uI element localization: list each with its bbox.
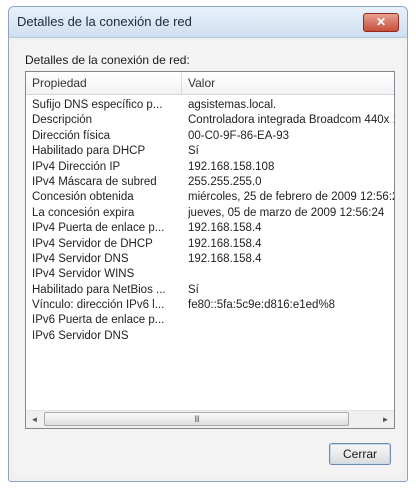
table-row[interactable]: Habilitado para NetBios ... Sí [26, 283, 394, 298]
property-cell: Sufijo DNS específico p... [32, 99, 163, 111]
table-row[interactable]: IPv4 Servidor WINS [26, 267, 394, 282]
table-row[interactable]: IPv6 Puerta de enlace p... [26, 313, 394, 328]
column-header-value[interactable]: Valor [182, 72, 394, 94]
value-cell: Sí [188, 283, 199, 296]
column-headers: Propiedad Valor [26, 72, 394, 95]
scroll-right-arrow-icon[interactable]: ► [377, 411, 394, 428]
details-label: Detalles de la conexión de red: [25, 53, 190, 67]
column-header-property[interactable]: Propiedad [26, 72, 182, 94]
value-cell: fe80::5fa:5c9e:d816:e1ed%8 [188, 299, 336, 312]
table-row[interactable]: IPv4 Servidor DNS 192.168.158.4 [26, 252, 394, 267]
property-cell: IPv4 Máscara de subred [32, 175, 157, 188]
property-cell: IPv4 Dirección IP [32, 160, 121, 173]
scroll-grip-icon: III [194, 414, 200, 424]
property-cell: IPv6 Puerta de enlace p... [32, 314, 165, 327]
table-row[interactable]: Habilitado para DHCP Sí [26, 144, 394, 159]
title-bar[interactable]: Detalles de la conexión de red ✕ [9, 7, 407, 38]
close-icon: ✕ [375, 15, 387, 29]
property-cell: Concesión obtenida [32, 191, 134, 204]
dialog-window: Detalles de la conexión de red ✕ Detalle… [8, 6, 408, 482]
table-row[interactable]: Vínculo: dirección IPv6 l... fe80::5fa:5c… [26, 298, 394, 313]
scroll-left-arrow-icon[interactable]: ◄ [26, 411, 43, 428]
property-cell: IPv6 Servidor DNS [32, 329, 129, 342]
property-cell: Descripción [32, 114, 93, 127]
table-row[interactable]: IPv4 Puerta de enlace p... 192.168.158.4 [26, 221, 394, 236]
value-cell [188, 267, 394, 282]
value-cell: 192.168.158.4 [188, 222, 262, 235]
property-cell: Habilitado para DHCP [32, 145, 146, 158]
window-title: Detalles de la conexión de red [17, 14, 192, 29]
window-close-button[interactable]: ✕ [363, 13, 399, 32]
property-cell: La concesión expira [32, 206, 135, 219]
table-row[interactable]: Descripción Controladora integrada Broadc… [26, 113, 394, 128]
value-cell [188, 313, 394, 328]
value-cell: 255.255.255.0 [188, 175, 262, 188]
property-cell: IPv4 Servidor de DHCP [32, 237, 153, 250]
table-row[interactable]: IPv6 Servidor DNS [26, 329, 394, 344]
dialog-body: Detalles de la conexión de red: Propieda… [15, 41, 401, 475]
table-row[interactable]: Concesión obtenida miércoles, 25 de febre… [26, 190, 394, 205]
property-cell: Habilitado para NetBios ... [32, 283, 166, 296]
close-button[interactable]: Cerrar [329, 443, 391, 465]
table-row[interactable]: Dirección física 00-C0-9F-86-EA-93 [26, 129, 394, 144]
value-cell: Sí [188, 145, 199, 158]
value-cell: 192.168.158.4 [188, 237, 262, 250]
property-cell: IPv4 Servidor WINS [32, 268, 135, 281]
table-row[interactable]: Sufijo DNS específico p... agsistemas.loc… [26, 98, 394, 113]
table-row[interactable]: IPv4 Máscara de subred 255.255.255.0 [26, 175, 394, 190]
value-cell: 00-C0-9F-86-EA-93 [188, 129, 289, 142]
horizontal-scrollbar[interactable]: ◄ III ► [26, 410, 394, 428]
property-cell: IPv4 Puerta de enlace p... [32, 222, 165, 235]
table-row[interactable]: IPv4 Servidor de DHCP 192.168.158.4 [26, 237, 394, 252]
value-cell: 192.168.158.108 [188, 160, 275, 173]
details-rows: Sufijo DNS específico p... agsistemas.loc… [26, 98, 394, 344]
scroll-thumb[interactable]: III [44, 412, 349, 426]
property-cell: Dirección física [32, 129, 110, 142]
value-cell: miércoles, 25 de febrero de 2009 12:56:2 [188, 191, 394, 204]
details-listview[interactable]: Propiedad Valor Sufijo DNS específico p.… [25, 71, 395, 429]
value-cell: jueves, 05 de marzo de 2009 12:56:24 [188, 206, 385, 219]
value-cell [188, 329, 394, 344]
value-cell: Controladora integrada Broadcom 440x 1( [188, 114, 394, 127]
table-row[interactable]: La concesión expira jueves, 05 de marzo d… [26, 206, 394, 221]
value-cell: 192.168.158.4 [188, 252, 262, 265]
value-cell: agsistemas.local. [188, 99, 277, 111]
table-row[interactable]: IPv4 Dirección IP 192.168.158.108 [26, 160, 394, 175]
property-cell: IPv4 Servidor DNS [32, 252, 129, 265]
property-cell: Vínculo: dirección IPv6 l... [32, 299, 165, 312]
